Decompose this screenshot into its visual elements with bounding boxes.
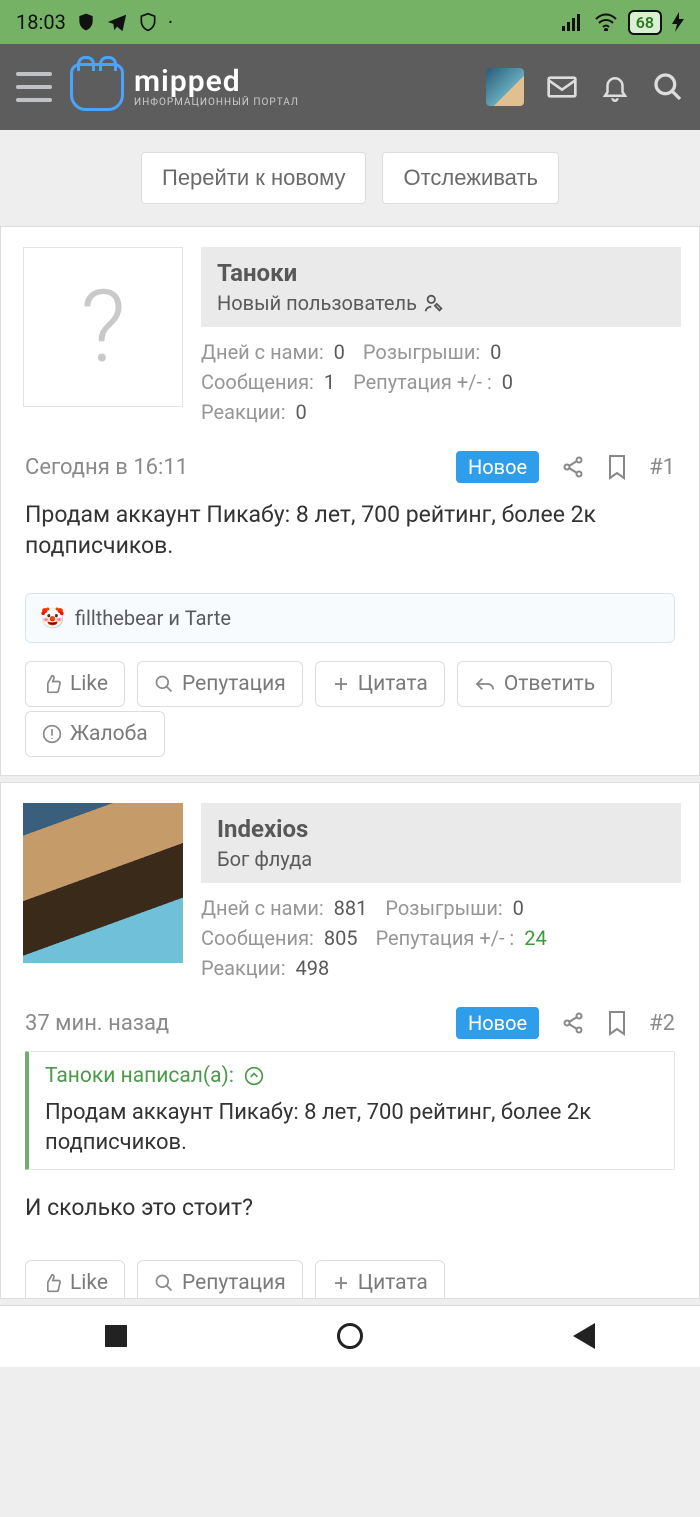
share-icon[interactable] [561,1011,585,1035]
status-dot: · [168,10,173,34]
goto-new-button[interactable]: Перейти к новому [141,152,366,204]
charging-icon [672,12,684,32]
reputation-button[interactable]: Репутация [137,661,303,707]
brand-subtitle: информационный портал [134,97,299,108]
post-number[interactable]: #1 [649,455,675,480]
status-time: 18:03 [16,10,66,34]
android-nav-bar [0,1305,700,1367]
nav-back-button[interactable] [573,1323,595,1349]
post-user-rank: Бог флуда [217,847,665,871]
reply-button[interactable]: Ответить [457,661,612,707]
search-small-icon [154,1273,174,1293]
wifi-icon [594,13,618,31]
app-header: mipped информационный портал [0,44,700,130]
quote-button[interactable]: Цитата [315,661,445,707]
bell-icon[interactable] [600,71,630,103]
nav-home-button[interactable] [337,1323,363,1349]
quote-button[interactable]: Цитата [315,1260,445,1298]
reactors-text: fillthebear и Tarte [75,606,231,630]
brand-name: mipped [134,67,299,97]
plus-icon [332,675,350,693]
telegram-icon [106,11,128,33]
quote-block: Таноки написал(а): Продам аккаунт Пикабу… [25,1051,675,1170]
alert-icon [42,724,62,744]
user-avatar-placeholder[interactable]: ? [23,247,183,407]
android-status-bar: 18:03 · 68 [0,0,700,44]
post: Indexios Бог флуда Дней с нами: 881 Розы… [0,782,700,1298]
thumbs-up-icon [42,1273,62,1293]
post-timestamp[interactable]: 37 мин. назад [25,1011,169,1036]
thumbs-up-icon [42,674,62,694]
battery-indicator: 68 [628,10,662,35]
follow-button[interactable]: Отслеживать [382,152,559,204]
reputation-button[interactable]: Репутация [137,1260,303,1298]
logo-icon [70,63,124,111]
site-logo[interactable]: mipped информационный портал [70,63,299,111]
clown-emoji: 🤡 [40,606,65,630]
thread-actions: Перейти к новому Отслеживать [0,130,700,226]
post-content: Продам аккаунт Пикабу: 8 лет, 700 рейтин… [1,491,699,579]
quote-text: Продам аккаунт Пикабу: 8 лет, 700 рейтин… [45,1098,658,1157]
user-avatar[interactable] [486,68,524,106]
mail-icon[interactable] [546,71,578,103]
bookmark-icon[interactable] [607,454,627,480]
like-button[interactable]: Like [25,661,125,707]
post-content: И сколько это стоит? [1,1184,699,1241]
post-number[interactable]: #2 [649,1011,675,1036]
reply-icon [474,675,496,693]
like-button[interactable]: Like [25,1260,125,1298]
arrow-up-circle-icon[interactable] [244,1066,264,1086]
post-user-rank: Новый пользователь [217,291,665,315]
post: ? Таноки Новый пользователь Дней с нами:… [0,226,700,776]
plus-icon [332,1274,350,1292]
post-timestamp[interactable]: Сегодня в 16:11 [25,455,188,480]
shield-outline-icon [138,12,158,32]
user-avatar-image[interactable] [23,803,183,963]
reactions-bar[interactable]: 🤡 fillthebear и Tarte [25,593,675,643]
menu-button[interactable] [16,72,52,102]
post-username[interactable]: Таноки [217,259,665,287]
share-icon[interactable] [561,455,585,479]
search-small-icon [154,674,174,694]
nav-recent-button[interactable] [105,1325,127,1347]
bookmark-icon[interactable] [607,1010,627,1036]
signal-icon [562,13,584,31]
search-icon[interactable] [652,71,684,103]
new-badge[interactable]: Новое [456,451,539,483]
report-button[interactable]: Жалоба [25,711,165,757]
shield-icon [76,12,96,32]
new-badge[interactable]: Новое [456,1007,539,1039]
post-username[interactable]: Indexios [217,815,665,843]
user-edit-icon [423,292,445,314]
